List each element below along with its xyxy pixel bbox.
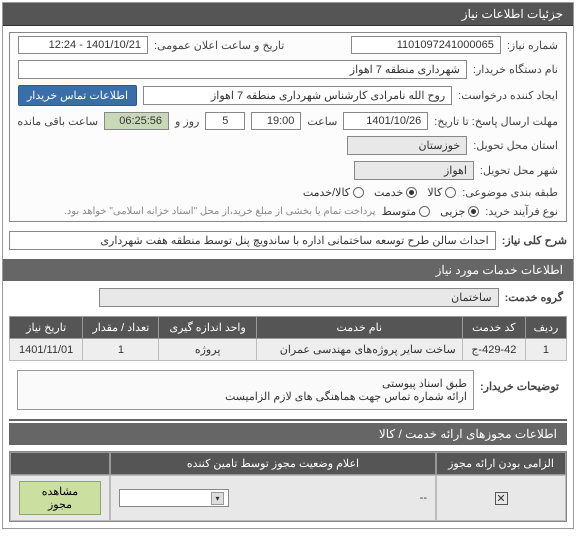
buyer-label: نام دستگاه خریدار: bbox=[473, 63, 558, 76]
radio-medium-label: متوسط bbox=[382, 205, 417, 218]
td-row: 1 bbox=[525, 339, 566, 361]
status-dash: -- bbox=[420, 492, 427, 504]
creator-field: روح الله نامرادی کارشناس شهرداری منطقه 7… bbox=[143, 86, 452, 105]
time-label-1: ساعت bbox=[307, 115, 337, 128]
auth-status-cell: -- ▾ bbox=[110, 475, 436, 521]
buyer-field: شهرداری منطقه 7 اهواز bbox=[18, 60, 467, 79]
category-radio-group: کالا خدمت کالا/خدمت bbox=[303, 186, 456, 199]
panel-title: جزئیات اطلاعات نیاز bbox=[3, 3, 573, 26]
radio-icon bbox=[406, 187, 417, 198]
and-label: روز و bbox=[175, 115, 199, 128]
group-field: ساختمان bbox=[99, 288, 499, 307]
category-label: طبقه بندی موضوعی: bbox=[462, 186, 558, 199]
mandatory-checkbox[interactable] bbox=[495, 492, 508, 505]
auth-table: الزامی بودن ارائه مجوز اعلام وضعیت مجوز … bbox=[9, 451, 567, 522]
creator-label: ایجاد کننده درخواست: bbox=[458, 89, 558, 102]
th-date: تاریخ نیاز bbox=[10, 317, 83, 339]
group-label: گروه خدمت: bbox=[505, 291, 563, 304]
td-qty: 1 bbox=[83, 339, 159, 361]
info-box: شماره نیاز: 1101097241000065 تاریخ و ساع… bbox=[9, 32, 567, 222]
city-label: شهر محل تحویل: bbox=[480, 164, 558, 177]
divider bbox=[9, 419, 567, 421]
main-desc-label: شرح کلی نیاز: bbox=[502, 234, 567, 247]
pub-date-label: تاریخ و ساعت اعلان عمومی: bbox=[154, 39, 284, 52]
contact-button[interactable]: اطلاعات تماس خریدار bbox=[18, 85, 137, 106]
auth-header-row: الزامی بودن ارائه مجوز اعلام وضعیت مجوز … bbox=[10, 452, 566, 475]
details-panel: جزئیات اطلاعات نیاز شماره نیاز: 11010972… bbox=[2, 2, 574, 529]
auth-th-mandatory: الزامی بودن ارائه مجوز bbox=[436, 452, 566, 475]
process-radio-group: جزیی متوسط bbox=[382, 205, 480, 218]
auth-th-action bbox=[10, 452, 110, 475]
radio-service[interactable]: خدمت bbox=[374, 186, 417, 199]
province-field: خوزستان bbox=[347, 136, 467, 155]
radio-goods[interactable]: کالا bbox=[427, 186, 456, 199]
buyer-note-line2: ارائه شماره تماس جهت هماهنگی های لازم ال… bbox=[24, 390, 467, 403]
deadline-date-field: 1401/10/26 bbox=[343, 112, 428, 130]
province-label: استان محل تحویل: bbox=[473, 139, 558, 152]
need-no-field: 1101097241000065 bbox=[351, 36, 501, 54]
radio-medium[interactable]: متوسط bbox=[382, 205, 431, 218]
chevron-down-icon: ▾ bbox=[211, 492, 224, 505]
city-field: اهواز bbox=[354, 161, 474, 180]
remain-time-field: 06:25:56 bbox=[104, 112, 169, 130]
th-qty: تعداد / مقدار bbox=[83, 317, 159, 339]
deadline-label: مهلت ارسال پاسخ: تا تاریخ: bbox=[434, 115, 558, 128]
process-label: نوع فرآیند خرید: bbox=[485, 205, 558, 218]
th-row: ردیف bbox=[525, 317, 566, 339]
table-row: 1 429-42-ج ساخت سایر پروژه‌های مهندسی عم… bbox=[10, 339, 567, 361]
status-dropdown[interactable]: ▾ bbox=[119, 489, 229, 507]
radio-service-label: خدمت bbox=[374, 186, 403, 199]
td-code: 429-42-ج bbox=[462, 339, 525, 361]
view-permit-button[interactable]: مشاهده مجوز bbox=[19, 481, 101, 515]
auth-mandatory-cell bbox=[436, 475, 566, 521]
td-unit: پروژه bbox=[159, 339, 256, 361]
deadline-time-field: 19:00 bbox=[251, 112, 301, 130]
radio-minor-label: جزیی bbox=[440, 205, 465, 218]
main-desc-field: احداث سالن طرح توسعه ساختمانی اداره با س… bbox=[9, 231, 496, 250]
radio-goods-label: کالا bbox=[427, 186, 442, 199]
services-table: ردیف کد خدمت نام خدمت واحد اندازه گیری ت… bbox=[9, 316, 567, 361]
radio-icon bbox=[353, 187, 364, 198]
th-unit: واحد اندازه گیری bbox=[159, 317, 256, 339]
auth-header: اطلاعات مجوزهای ارائه خدمت / کالا bbox=[9, 423, 567, 445]
auth-th-status: اعلام وضعیت مجوز توسط تامین کننده bbox=[110, 452, 436, 475]
radio-icon bbox=[419, 206, 430, 217]
radio-both-label: کالا/خدمت bbox=[303, 186, 350, 199]
services-header: اطلاعات خدمات مورد نیاز bbox=[3, 259, 573, 281]
td-name: ساخت سایر پروژه‌های مهندسی عمران bbox=[256, 339, 462, 361]
auth-body-row: -- ▾ مشاهده مجوز bbox=[10, 475, 566, 521]
radio-both[interactable]: کالا/خدمت bbox=[303, 186, 364, 199]
pub-date-field: 1401/10/21 - 12:24 bbox=[18, 36, 148, 54]
td-date: 1401/11/01 bbox=[10, 339, 83, 361]
buyer-note-line1: طبق اسناد پیوستی bbox=[24, 377, 467, 390]
buyer-notes-label: توضیحات خریدار: bbox=[480, 370, 559, 393]
th-code: کد خدمت bbox=[462, 317, 525, 339]
radio-minor[interactable]: جزیی bbox=[440, 205, 479, 218]
radio-icon bbox=[468, 206, 479, 217]
remain-label: ساعت باقی مانده bbox=[17, 115, 98, 128]
radio-icon bbox=[445, 187, 456, 198]
need-no-label: شماره نیاز: bbox=[507, 39, 558, 52]
table-header-row: ردیف کد خدمت نام خدمت واحد اندازه گیری ت… bbox=[10, 317, 567, 339]
buyer-notes-area: طبق اسناد پیوستی ارائه شماره تماس جهت هم… bbox=[17, 370, 474, 410]
remain-days-field: 5 bbox=[205, 112, 245, 130]
auth-action-cell: مشاهده مجوز bbox=[10, 475, 110, 521]
process-note: پرداخت تمام یا بخشی از مبلغ خرید،از محل … bbox=[64, 206, 376, 217]
th-name: نام خدمت bbox=[256, 317, 462, 339]
